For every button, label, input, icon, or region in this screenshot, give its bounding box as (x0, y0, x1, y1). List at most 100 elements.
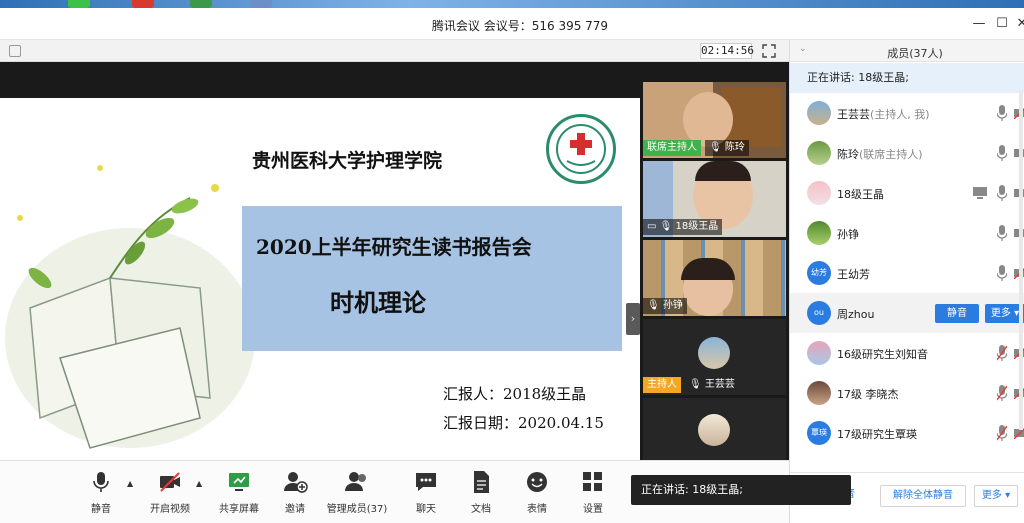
member-row[interactable]: 王芸芸(主持人, 我) (790, 93, 1024, 133)
member-role: (主持人, 我) (870, 108, 930, 121)
slide-school-name: 贵州医科大学护理学院 (252, 150, 443, 172)
avatar (807, 221, 831, 245)
participant-tile[interactable]: 🎙 孙铮 (643, 240, 786, 316)
invite-button[interactable]: 邀请 (260, 469, 330, 515)
screen-share-icon: ▭ (647, 221, 657, 232)
avatar: ou (807, 301, 831, 325)
member-row[interactable]: 16级研究生刘知音 (790, 333, 1024, 373)
university-logo (546, 114, 616, 184)
video-area: 02:14:56 贵州医科大学护理学院 2020上半年研究生读书报告会 时机理论… (0, 40, 789, 460)
camera-off-icon (160, 472, 180, 492)
book-illustration (5, 165, 255, 449)
participant-tile[interactable]: 主持人 🎙 王芸芸 (643, 319, 786, 395)
members-panel: ⌄ 成员(37人) 正在讲话: 18级王晶; 王芸芸(主持人, 我) 陈玲(联席… (789, 40, 1024, 523)
member-name: 孙铮 (837, 228, 859, 241)
member-row[interactable]: 18级王晶 (790, 173, 1024, 213)
participant-name: ▭ 🎙 18级王晶 (643, 219, 723, 235)
minimize-button[interactable]: — (968, 14, 990, 34)
maximize-button[interactable]: ☐ (991, 14, 1013, 34)
microphone-icon: 🎙 (647, 300, 660, 311)
security-icon[interactable] (9, 45, 21, 57)
members-count: 成员(37人) (887, 47, 943, 60)
member-row[interactable]: 孙铮 (790, 213, 1024, 253)
member-name: 17级研究生覃瑛 (837, 428, 917, 441)
member-name: 王幼芳 (837, 268, 870, 281)
screen-share-icon[interactable] (973, 187, 987, 199)
microphone-icon: 🎙 (659, 221, 673, 232)
participant-tile[interactable] (643, 398, 786, 460)
member-name: 18级王晶 (837, 188, 884, 201)
more-options-button[interactable]: 更多 ▾ (974, 485, 1018, 507)
microphone-muted-icon[interactable] (997, 385, 1007, 401)
participant-name: 🎙 孙铮 (643, 298, 687, 314)
microphone-icon[interactable] (997, 105, 1007, 121)
member-name: 16级研究生刘知音 (837, 348, 928, 361)
microphone-icon[interactable] (997, 185, 1007, 201)
avatar (807, 141, 831, 165)
avatar (698, 337, 730, 369)
slide-date: 汇报日期：2020.04.15 (443, 414, 604, 432)
avatar (807, 381, 831, 405)
collapse-tiles-button[interactable]: › (626, 303, 640, 335)
share-screen-icon (229, 473, 249, 491)
avatar: 幼芳 (807, 261, 831, 285)
participant-name: 🎙 王芸芸 (689, 379, 735, 390)
unmute-all-button[interactable]: 解除全体静音 (880, 485, 966, 507)
meeting-timer: 02:14:56 (700, 43, 754, 59)
chat-icon (416, 473, 436, 491)
start-video-button[interactable]: 开启视频 (135, 469, 205, 515)
participant-tile[interactable]: ▭ 🎙 18级王晶 (643, 161, 786, 237)
speaking-toast: 正在讲话: 18级王晶; (631, 475, 851, 505)
mute-button[interactable]: 静音 (66, 469, 136, 515)
avatar (698, 414, 730, 446)
members-scrollbar[interactable] (1019, 90, 1023, 430)
member-name: 王芸芸 (837, 108, 870, 121)
desktop-icon (132, 0, 154, 8)
member-name: 周zhou (837, 308, 875, 321)
host-tag: 主持人 (643, 377, 681, 393)
member-row[interactable]: 幼芳 王幼芳 (790, 253, 1024, 293)
title-bar: 腾讯会议 会议号：516 395 779 — ☐ ✕ (0, 8, 1024, 40)
desktop-icon (190, 0, 212, 8)
members-header: ⌄ 成员(37人) (790, 40, 1024, 62)
grid-icon (583, 472, 602, 491)
microphone-icon (93, 472, 109, 492)
member-name: 17级 李晓杰 (837, 388, 899, 401)
microphone-icon[interactable] (997, 265, 1007, 281)
emoji-icon (527, 472, 547, 492)
add-user-icon (284, 472, 308, 493)
avatar (807, 101, 831, 125)
co-host-tag: 联席主持人 (643, 140, 701, 156)
microphone-icon[interactable] (997, 225, 1007, 241)
desktop-icon (250, 0, 272, 8)
settings-button[interactable]: 设置 (558, 469, 628, 515)
mute-member-button[interactable]: 静音 (935, 304, 979, 323)
member-row[interactable]: 17级 李晓杰 (790, 373, 1024, 413)
member-row[interactable]: ou 周zhou 静音 更多 ▾ (790, 293, 1024, 333)
shared-slide: 贵州医科大学护理学院 2020上半年研究生读书报告会 时机理论 汇报人：2018… (0, 98, 640, 460)
microphone-icon[interactable] (997, 145, 1007, 161)
desktop-icon (68, 0, 90, 8)
member-name: 陈玲 (837, 148, 859, 161)
desktop-background (0, 0, 1024, 8)
slide-topic: 时机理论 (330, 289, 426, 317)
member-row[interactable]: 覃瑛 17级研究生覃瑛 (790, 413, 1024, 453)
microphone-muted-icon[interactable] (997, 425, 1007, 441)
fullscreen-icon[interactable] (762, 44, 776, 58)
close-button[interactable]: ✕ (1011, 14, 1024, 34)
slide-reporter: 汇报人：2018级王晶 (443, 385, 587, 403)
microphone-icon: 🎙 (689, 379, 702, 390)
member-row[interactable]: 陈玲(联席主持人) (790, 133, 1024, 173)
document-icon (474, 471, 489, 493)
window-title: 腾讯会议 会议号：516 395 779 (431, 19, 609, 33)
participant-tile[interactable]: 联席主持人 🎙 陈玲 (643, 82, 786, 158)
participant-name: 🎙 陈玲 (705, 140, 749, 156)
slide-title: 2020上半年研究生读书报告会 (256, 235, 532, 259)
microphone-icon: 🎙 (709, 142, 722, 153)
manage-members-button[interactable]: 管理成员(37) (322, 469, 392, 515)
speaking-indicator: 正在讲话: 18级王晶; (790, 63, 1024, 93)
video-top-bar: 02:14:56 (0, 40, 789, 62)
microphone-muted-icon[interactable] (997, 345, 1007, 361)
avatar (807, 181, 831, 205)
avatar (807, 341, 831, 365)
